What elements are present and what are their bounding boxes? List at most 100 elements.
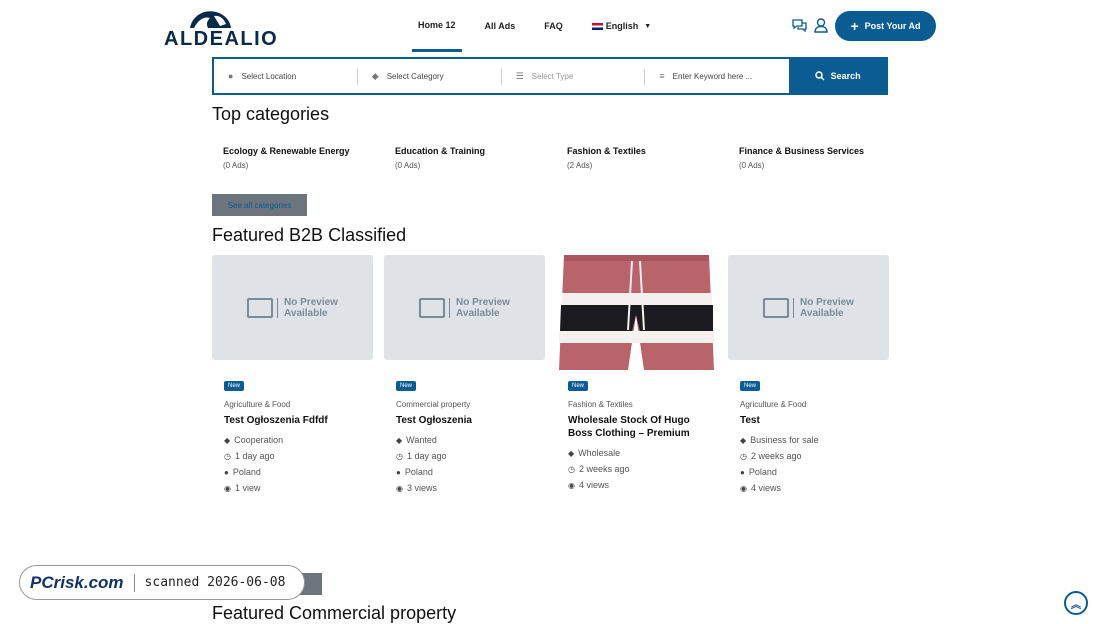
no-preview-text: No Preview xyxy=(284,296,338,308)
site-logo[interactable]: ALDEALIO xyxy=(164,6,277,50)
language-selector[interactable]: English ▼ xyxy=(586,0,657,52)
category-name: Education & Training xyxy=(395,146,486,156)
listing-category[interactable]: Fashion & Textiles xyxy=(568,400,633,409)
category-select[interactable]: ◆ Select Category xyxy=(358,59,502,93)
post-ad-button[interactable]: + Post Your Ad xyxy=(835,11,936,41)
map-marker-icon: ● xyxy=(224,468,229,477)
image-icon xyxy=(419,297,446,318)
no-preview-text: Available xyxy=(284,307,328,319)
listing-card[interactable]: No Preview Available New Agriculture & Fo… xyxy=(212,255,373,493)
no-preview-image[interactable]: No Preview Available xyxy=(728,255,889,360)
category-name: Finance & Business Services xyxy=(739,146,865,156)
listing-views: ◉ 1 view xyxy=(224,483,261,493)
category-count: (2 Ads) xyxy=(567,161,593,170)
map-marker-icon: ● xyxy=(740,468,745,477)
listing-category[interactable]: Commercial property xyxy=(396,400,470,409)
featured-heading: Featured B2B Classified xyxy=(212,225,407,245)
listing-title[interactable]: Wholesale Stock Of Hugo Boss Clothing – … xyxy=(568,414,708,440)
no-preview-text: No Preview xyxy=(456,296,510,308)
listing-time: ◷ 1 day ago xyxy=(396,451,447,461)
listing-location-label: Poland xyxy=(232,467,261,477)
listing-type: ◆ Cooperation xyxy=(224,435,283,445)
new-badge: New xyxy=(740,381,761,391)
site-header: ALDEALIO Home 12 All Ads FAQ English ▼ +… xyxy=(0,0,1100,52)
listing-time: ◷ 2 weeks ago xyxy=(568,464,630,474)
scroll-to-top-button[interactable]: ︽ xyxy=(1064,591,1088,615)
listing-type: ◆ Wholesale xyxy=(568,448,620,458)
listing-location: ● Poland xyxy=(740,467,777,477)
chat-icon[interactable] xyxy=(792,18,808,34)
no-preview-image[interactable]: No Preview Available xyxy=(384,255,545,360)
listing-title[interactable]: Test Ogłoszenia xyxy=(396,414,536,427)
nav-home-label: Home 12 xyxy=(418,19,456,30)
listing-time-label: 1 day ago xyxy=(234,451,275,461)
listing-views: ◉ 4 views xyxy=(740,483,781,493)
listing-title[interactable]: Test xyxy=(740,414,880,427)
no-preview-image[interactable]: No Preview Available xyxy=(212,255,373,360)
category-count: (0 Ads) xyxy=(223,161,249,170)
category-name: Ecology & Renewable Energy xyxy=(223,146,350,156)
no-preview-text: No Preview xyxy=(800,296,854,308)
listing-card[interactable]: No Preview Available New Commercial prope… xyxy=(384,255,545,493)
listing-card[interactable]: New Fashion & Textiles Wholesale Stock O… xyxy=(556,255,717,490)
listing-card[interactable]: No Preview Available New Agriculture & Fo… xyxy=(728,255,889,493)
swim-shorts-image xyxy=(559,255,714,370)
main-nav: Home 12 All Ads FAQ English ▼ xyxy=(412,0,674,52)
listing-views-label: 3 views xyxy=(406,483,437,493)
listing-type-label: Wholesale xyxy=(578,448,621,458)
nav-home[interactable]: Home 12 xyxy=(412,0,462,52)
category-item[interactable]: Finance & Business Services (0 Ads) xyxy=(739,146,899,170)
listing-category[interactable]: Agriculture & Food xyxy=(740,400,806,409)
listing-type-label: Cooperation xyxy=(234,435,284,445)
nav-all-ads-label: All Ads xyxy=(484,21,516,31)
commercial-property-heading: Featured Commercial property xyxy=(212,603,457,623)
pcrisk-logo: PCrisk.com xyxy=(30,572,124,592)
uk-flag-icon xyxy=(591,22,603,30)
new-badge: New xyxy=(568,381,589,391)
new-badge: New xyxy=(396,381,417,391)
tags-icon: ◆ xyxy=(224,436,231,445)
nav-faq-label: FAQ xyxy=(544,21,563,31)
listing-views-label: 4 views xyxy=(578,480,609,490)
keyword-input[interactable]: ≡ Enter Keyword here ... xyxy=(645,59,789,93)
brand-name: ALDEALIO xyxy=(164,28,279,50)
category-item[interactable]: Fashion & Textiles (2 Ads) xyxy=(567,146,727,170)
listing-title[interactable]: Test Ogłoszenia Fdfdf xyxy=(224,414,364,427)
nav-faq[interactable]: FAQ xyxy=(538,0,569,52)
location-select-label: Select Location xyxy=(241,71,297,81)
category-item[interactable]: Education & Training (0 Ads) xyxy=(395,146,555,170)
post-ad-label: Post Your Ad xyxy=(864,21,921,31)
tags-icon: ◆ xyxy=(396,436,403,445)
tags-icon: ◆ xyxy=(371,70,379,81)
tags-icon: ◆ xyxy=(568,449,575,458)
listing-type: ◆ Wanted xyxy=(396,435,437,445)
eye-icon: ◉ xyxy=(224,484,231,493)
image-icon xyxy=(763,297,790,318)
list-icon: ☰ xyxy=(515,70,524,81)
listing-time: ◷ 2 weeks ago xyxy=(740,451,802,461)
new-badge: New xyxy=(224,381,245,391)
eye-icon: ◉ xyxy=(568,481,575,490)
language-label: English xyxy=(605,21,639,31)
listing-photo[interactable] xyxy=(556,255,717,370)
tags-icon: ◆ xyxy=(740,436,747,445)
nav-all-ads[interactable]: All Ads xyxy=(479,0,522,52)
category-select-label: Select Category xyxy=(386,71,444,81)
clock-icon: ◷ xyxy=(396,452,403,461)
location-select[interactable]: ● Select Location xyxy=(214,59,358,93)
category-item[interactable]: Ecology & Renewable Energy (0 Ads) xyxy=(223,146,383,170)
pcrisk-watermark: PCrisk.com scanned 2026-06-08 xyxy=(19,565,305,600)
listing-location: ● Poland xyxy=(396,467,433,477)
search-icon xyxy=(814,71,825,81)
scan-date-text: scanned 2026-06-08 xyxy=(144,575,286,590)
text-icon: ≡ xyxy=(659,71,665,81)
listing-location-label: Poland xyxy=(748,467,777,477)
see-all-categories-button[interactable]: See all categories xyxy=(212,194,307,216)
listing-time-label: 2 weeks ago xyxy=(578,464,630,474)
listing-type: ◆ Business for sale xyxy=(740,435,819,445)
type-select[interactable]: ☰ Select Type xyxy=(502,59,646,93)
listing-category[interactable]: Agriculture & Food xyxy=(224,400,290,409)
search-bar: ● Select Location ◆ Select Category ☰ Se… xyxy=(212,57,888,95)
user-icon[interactable] xyxy=(814,18,830,34)
search-button[interactable]: Search xyxy=(789,59,887,93)
